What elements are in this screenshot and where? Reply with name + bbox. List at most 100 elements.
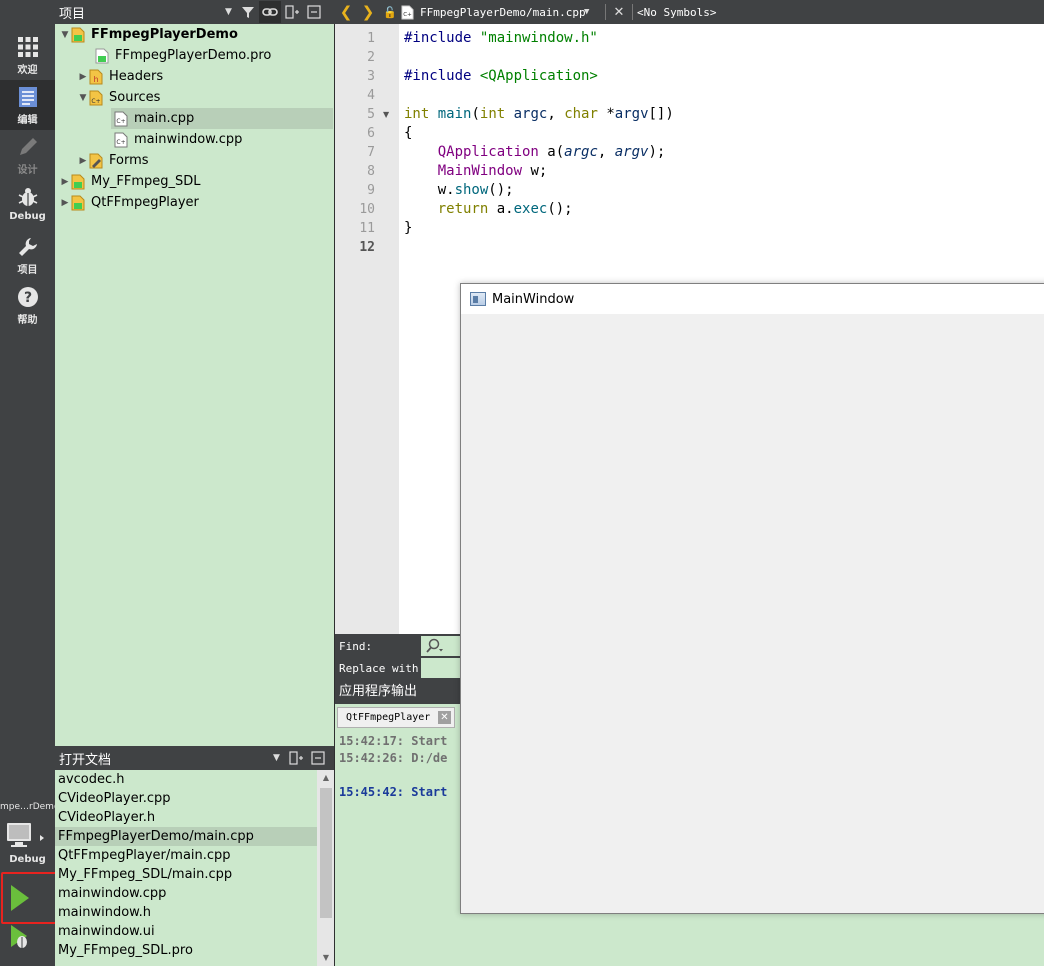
open-documents-scrollbar[interactable]: ▲ ▼	[317, 770, 335, 966]
tree-item-label: My_FFmpeg_SDL	[91, 174, 201, 189]
tree-item-pro-file[interactable]: FFmpegPlayerDemo.pro	[55, 45, 335, 66]
svg-text:C+: C+	[403, 12, 412, 18]
line-number: 7	[367, 145, 375, 160]
mode-design[interactable]: 设计	[0, 130, 55, 180]
punct-token: ,	[547, 106, 565, 122]
keyword-token: char	[564, 106, 598, 122]
tree-item-my-ffmpeg-sdl[interactable]: ▶ My_FFmpeg_SDL	[55, 171, 335, 192]
current-file-name: FFmpegPlayerDemo/main.cpp	[420, 5, 586, 19]
open-document-item[interactable]: My_FFmpeg_SDL.pro	[55, 941, 317, 960]
qt-project-icon	[71, 195, 85, 211]
help-icon: ?	[17, 287, 38, 307]
scroll-up-arrow-icon[interactable]: ▲	[317, 770, 335, 786]
string-token: "mainwindow.h"	[479, 30, 598, 46]
monitor-icon	[7, 823, 44, 847]
mode-projects[interactable]: 项目	[0, 230, 55, 280]
projects-panel-title: 项目	[59, 6, 86, 22]
code-line: w.show();	[404, 181, 514, 200]
split-panel-button[interactable]	[281, 1, 303, 23]
symbols-dropdown[interactable]: <No Symbols>	[637, 6, 716, 19]
find-label: Find:	[339, 640, 373, 653]
tree-item-ffmpegplayerdemo[interactable]: ▼ FFmpegPlayerDemo	[55, 24, 335, 45]
tree-item-mainwindow-cpp[interactable]: C+ mainwindow.cpp	[55, 129, 335, 150]
svg-text:C+: C+	[91, 98, 100, 105]
current-file-dropdown[interactable]: C+ FFmpegPlayerDemo/main.cpp ▼	[401, 0, 601, 24]
function-token: show	[454, 182, 489, 198]
mode-welcome[interactable]: 欢迎	[0, 30, 55, 80]
app-window-titlebar[interactable]: MainWindow	[461, 284, 1044, 314]
keyword-token: return	[437, 201, 489, 217]
code-token: a(	[538, 144, 565, 160]
fold-arrow-icon[interactable]: ▼	[383, 110, 389, 119]
kit-selector[interactable]: Debug	[0, 818, 55, 870]
replace-label: Replace with:	[339, 662, 426, 675]
mode-edit[interactable]: 编辑	[0, 80, 55, 130]
forms-folder-icon	[89, 153, 103, 169]
close-icon[interactable]: ✕	[438, 711, 451, 724]
split-panel-button[interactable]	[285, 747, 307, 769]
mode-help[interactable]: ? 帮助	[0, 280, 55, 330]
scrollbar-thumb[interactable]	[320, 788, 332, 918]
tree-item-forms[interactable]: ▶ Forms	[55, 150, 335, 171]
replace-input[interactable]	[421, 658, 461, 678]
open-document-item[interactable]: avcodec.h	[55, 770, 317, 789]
filter-button[interactable]	[237, 1, 259, 23]
mode-help-label: 帮助	[17, 315, 38, 326]
open-document-item[interactable]: mainwindow.cpp	[55, 884, 317, 903]
open-document-item[interactable]: QtFFmpegPlayer/main.cpp	[55, 846, 317, 865]
find-input[interactable]	[421, 636, 461, 656]
app-main-window[interactable]: MainWindow	[460, 283, 1044, 914]
open-document-item[interactable]: My_FFmpeg_SDL/main.cpp	[55, 865, 317, 884]
start-debugging-button[interactable]	[0, 923, 55, 955]
expand-arrow-icon[interactable]: ▶	[77, 72, 89, 82]
tree-item-headers[interactable]: ▶ h Headers	[55, 66, 335, 87]
tree-item-label: FFmpegPlayerDemo	[91, 27, 238, 42]
code-line: return a.exec();	[404, 200, 573, 219]
panel-type-dropdown[interactable]: ▼	[225, 7, 237, 17]
param-token: argv	[614, 144, 649, 160]
output-background	[461, 913, 1044, 966]
sync-editor-button[interactable]	[259, 1, 281, 23]
param-token: argc	[564, 144, 598, 160]
scroll-down-arrow-icon[interactable]: ▼	[317, 950, 335, 966]
code-line: }	[404, 220, 413, 236]
open-document-item[interactable]: CVideoPlayer.h	[55, 808, 317, 827]
expand-arrow-icon[interactable]: ▶	[77, 156, 89, 166]
tree-item-sources[interactable]: ▼ C+ Sources	[55, 87, 335, 108]
mode-edit-label: 编辑	[17, 115, 38, 126]
tree-item-label: mainwindow.cpp	[134, 132, 243, 147]
close-document-button[interactable]: ✕	[610, 5, 628, 20]
tree-item-qtffmpegplayer[interactable]: ▶ QtFFmpegPlayer	[55, 192, 335, 213]
expand-arrow-icon[interactable]: ▶	[59, 177, 71, 187]
expand-arrow-icon[interactable]: ▶	[59, 198, 71, 208]
open-document-item[interactable]: CVideoPlayer.cpp	[55, 789, 317, 808]
go-forward-button[interactable]: ❯	[357, 3, 379, 21]
panel-type-dropdown[interactable]: ▼	[273, 753, 285, 763]
close-panel-button[interactable]	[307, 747, 329, 769]
filter-icon	[242, 7, 254, 18]
open-document-item-selected[interactable]: FFmpegPlayerDemo/main.cpp	[55, 827, 317, 846]
svg-text:h: h	[93, 75, 98, 84]
mode-debug[interactable]: Debug	[0, 180, 55, 230]
line-number: 11	[359, 221, 375, 236]
open-document-item[interactable]: mainwindow.h	[55, 903, 317, 922]
open-document-item[interactable]: mainwindow.ui	[55, 922, 317, 941]
line-number: 2	[367, 50, 375, 65]
window-icon	[470, 292, 486, 306]
output-tab-qtffmpegplayer[interactable]: QtFFmpegPlayer ✕	[337, 707, 455, 728]
expand-arrow-icon[interactable]: ▼	[59, 30, 71, 40]
collapse-arrow-icon[interactable]: ▼	[77, 93, 89, 103]
line-number: 6	[367, 126, 375, 141]
go-back-button[interactable]: ❮	[335, 3, 357, 21]
code-line: {	[404, 125, 413, 141]
output-line: 15:45:42: Start	[339, 785, 448, 799]
cpp-file-icon: C+	[401, 5, 414, 19]
kit-build-label: Debug	[9, 854, 46, 865]
tree-item-main-cpp[interactable]: C+ main.cpp	[111, 108, 333, 129]
line-number: 8	[367, 164, 375, 179]
line-number-gutter: 1 2 3 4 5 ▼ 6 7 8 9 10 11 12	[335, 24, 399, 634]
output-tab-label: QtFFmpegPlayer	[346, 712, 431, 723]
close-panel-button[interactable]	[303, 1, 325, 23]
code-token: w;	[522, 163, 548, 179]
line-number: 9	[367, 183, 375, 198]
